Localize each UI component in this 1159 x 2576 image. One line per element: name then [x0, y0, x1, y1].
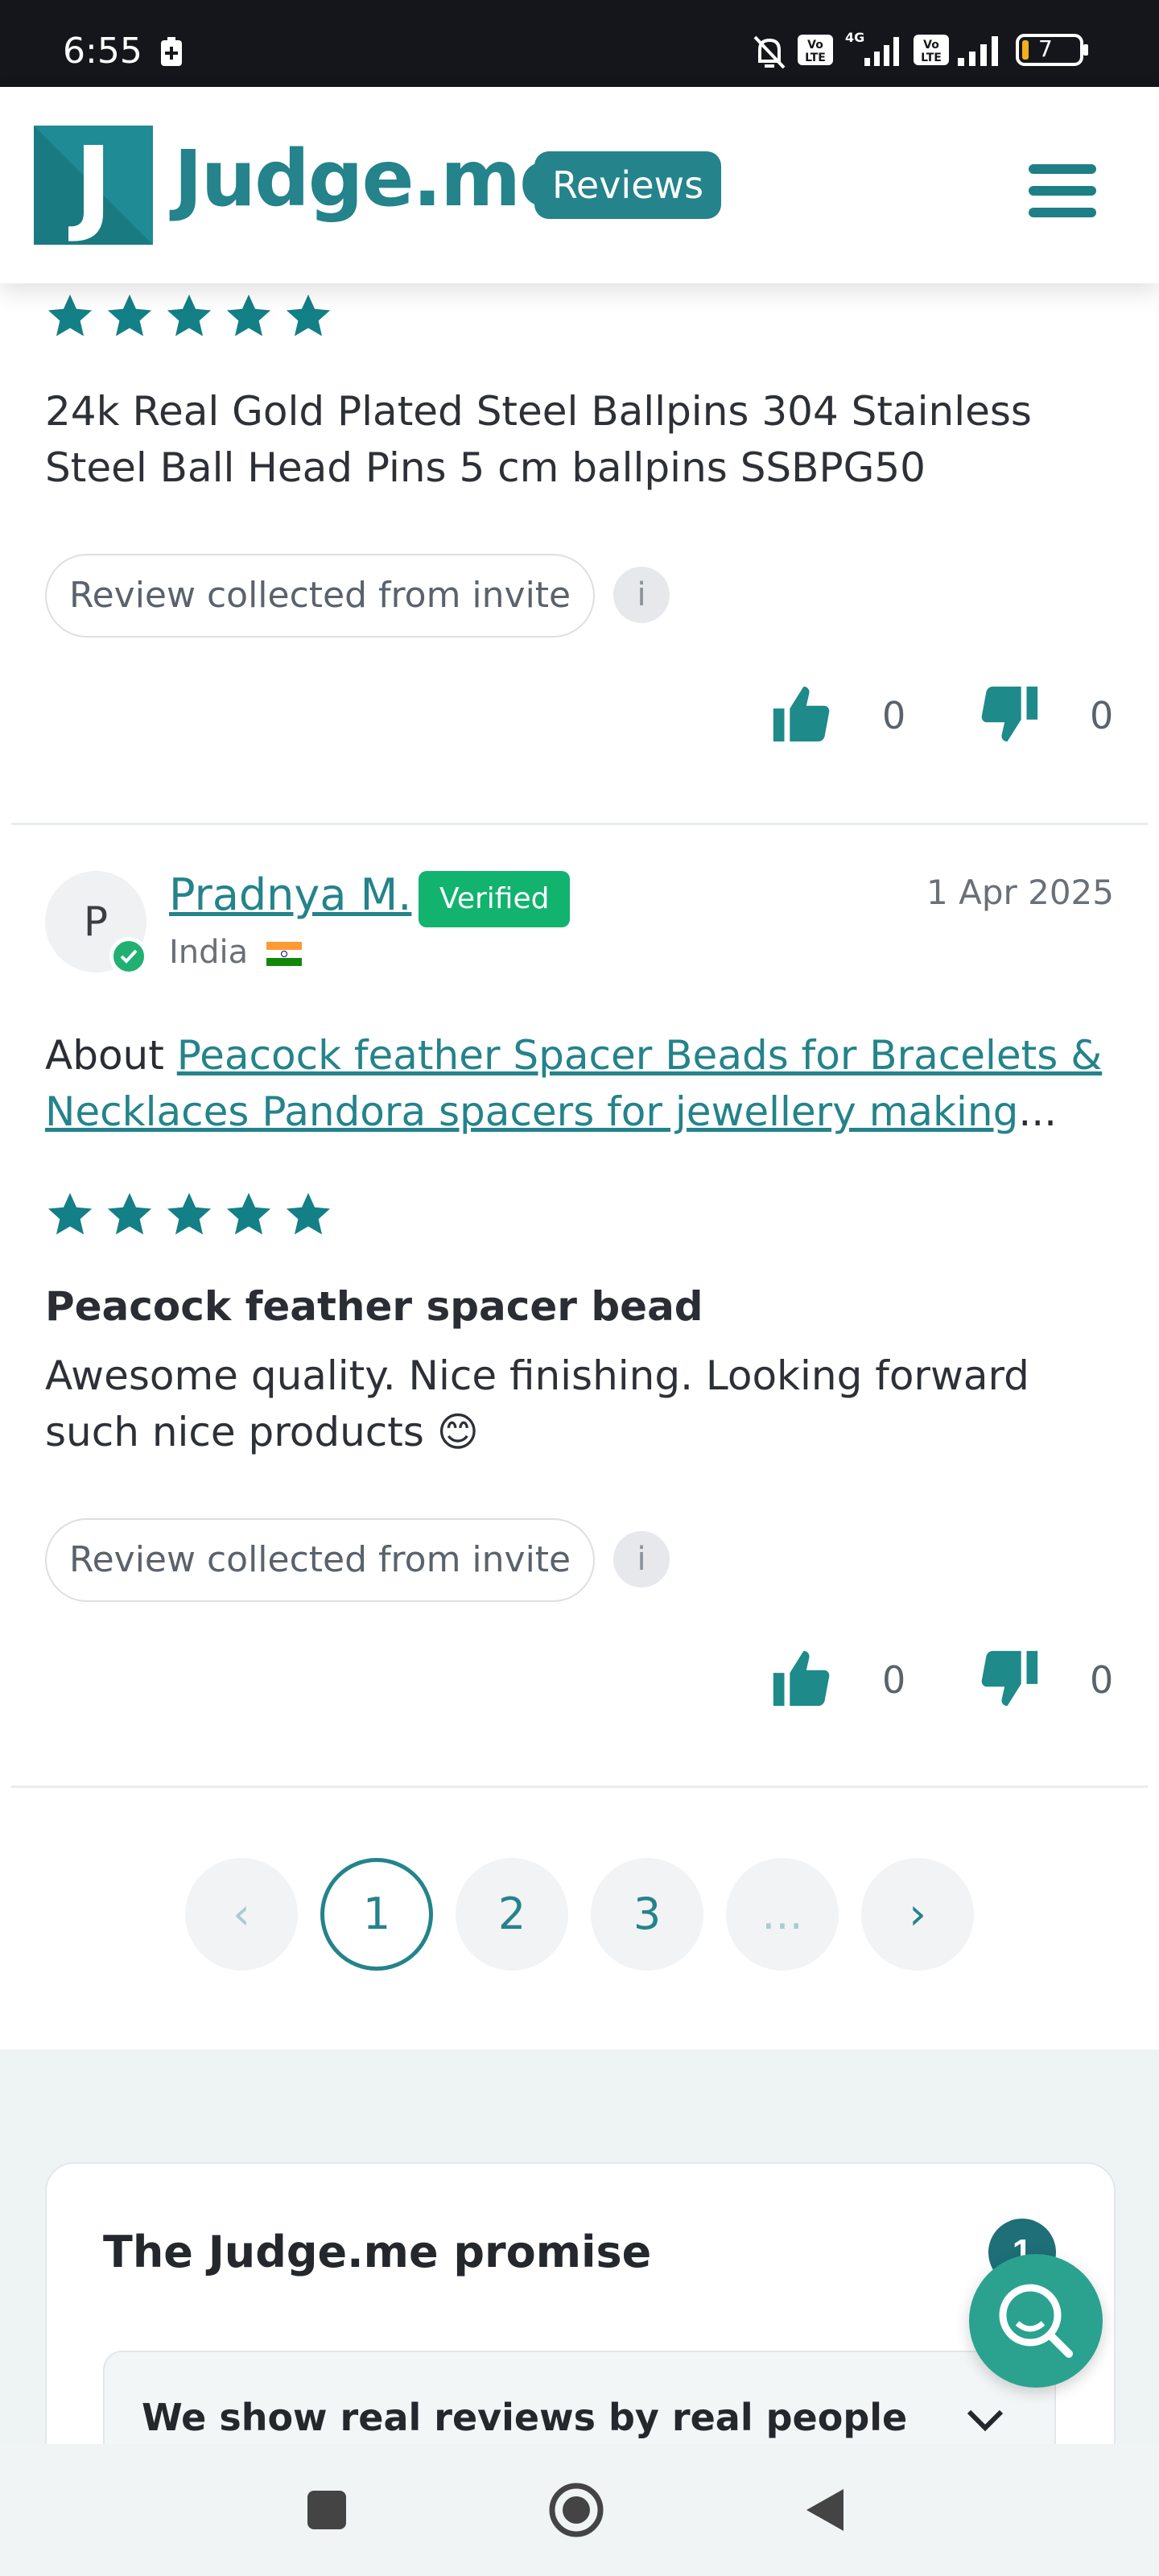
page-1-button[interactable]: 1 [320, 1858, 433, 1971]
verified-badge: Verified [419, 871, 571, 927]
review-1-source-pill: Review collected from invite [45, 554, 596, 638]
review-divider [11, 823, 1148, 825]
svg-text:Vo: Vo [923, 39, 939, 52]
back-triangle-icon[interactable] [802, 2486, 847, 2534]
status-bar: 6:55 Vo LTE 4G Vo LTE 7 [0, 0, 1159, 87]
star-icon [226, 294, 271, 336]
chevron-down-icon[interactable] [963, 2404, 1008, 2440]
recents-square-icon[interactable] [306, 2489, 348, 2531]
next-page-button[interactable]: › [861, 1858, 974, 1971]
reviewer-name-link[interactable]: Pradnya M. [169, 869, 411, 920]
country-name: India [169, 934, 249, 971]
page-2-button[interactable]: 2 [456, 1858, 568, 1971]
brand-name[interactable]: Judge.me [174, 134, 571, 224]
star-icon [286, 1192, 331, 1235]
product-link[interactable]: Peacock feather Spacer Beads for Bracele… [45, 1032, 1102, 1135]
star-icon [47, 294, 93, 336]
review-2-stars [45, 1190, 333, 1240]
volte-icon-2: Vo LTE [913, 34, 950, 70]
star-icon [286, 294, 331, 336]
review-2-source-pill: Review collected from invite [45, 1518, 596, 1602]
svg-text:Vo: Vo [807, 39, 823, 52]
signal-4g-icon: 4G [842, 29, 906, 73]
reviews-badge: Reviews [534, 151, 722, 219]
promise-item-label[interactable]: We show real reviews by real people [142, 2396, 907, 2439]
pagination-ellipsis: ... [726, 1858, 839, 1971]
search-icon [999, 2284, 1073, 2358]
verified-check-icon [109, 937, 148, 976]
battery-icon [1016, 34, 1090, 70]
review-1-body: 24k Real Gold Plated Steel Ballpins 304 … [45, 388, 1032, 491]
review-2-helpful-count: 0 [882, 1658, 906, 1702]
prev-page-button[interactable]: ‹ [185, 1858, 298, 1971]
star-icon [47, 1192, 93, 1235]
battery-saver-icon [158, 37, 185, 72]
signal-icon [956, 34, 1006, 72]
star-icon [167, 1192, 212, 1235]
star-icon [167, 294, 212, 336]
home-circle-icon[interactable] [547, 2481, 605, 2539]
info-icon[interactable]: i [613, 567, 670, 623]
reviewer-country: India [169, 934, 302, 971]
thumbs-down-icon[interactable] [977, 681, 1043, 751]
battery-level: 7 [1038, 35, 1053, 62]
info-icon[interactable]: i [613, 1531, 670, 1587]
review-1-stars [45, 291, 333, 341]
thumbs-down-icon[interactable] [977, 1645, 1043, 1715]
about-prefix: About [45, 1032, 177, 1079]
bell-muted-icon [749, 31, 790, 76]
review-divider [11, 1785, 1148, 1788]
promise-title: The Judge.me promise [103, 2227, 652, 2277]
star-icon [107, 1192, 152, 1235]
svg-text:4G: 4G [845, 30, 864, 45]
svg-text:LTE: LTE [805, 52, 826, 64]
site-header: J Judge.me Reviews [0, 87, 1159, 283]
judgeme-logo[interactable]: J [34, 126, 153, 245]
india-flag-icon [266, 942, 302, 966]
about-ellipsis: ... [1018, 1088, 1058, 1135]
page-3-button[interactable]: 3 [591, 1858, 703, 1971]
thumbs-up-icon[interactable] [768, 1645, 834, 1715]
review-2-unhelpful-count: 0 [1090, 1658, 1114, 1702]
review-2-title: Peacock feather spacer bead [45, 1283, 703, 1330]
review-2-body: Awesome quality. Nice finishing. Looking… [45, 1352, 1029, 1455]
status-time: 6:55 [63, 31, 142, 72]
system-nav-bar [0, 2444, 1159, 2576]
logo-letter: J [74, 126, 113, 245]
hamburger-menu-icon[interactable] [1029, 164, 1096, 221]
review-1-helpful-count: 0 [882, 694, 906, 737]
review-1-unhelpful-count: 0 [1090, 694, 1114, 737]
thumbs-up-icon[interactable] [768, 681, 834, 751]
svg-text:LTE: LTE [921, 52, 942, 64]
review-date: 1 Apr 2025 [926, 873, 1114, 912]
review-about-product: About Peacock feather Spacer Beads for B… [45, 1027, 1124, 1140]
search-fab-button[interactable] [969, 2254, 1103, 2388]
volte-icon: Vo LTE [797, 34, 834, 70]
star-icon [107, 294, 152, 336]
star-icon [226, 1192, 271, 1235]
